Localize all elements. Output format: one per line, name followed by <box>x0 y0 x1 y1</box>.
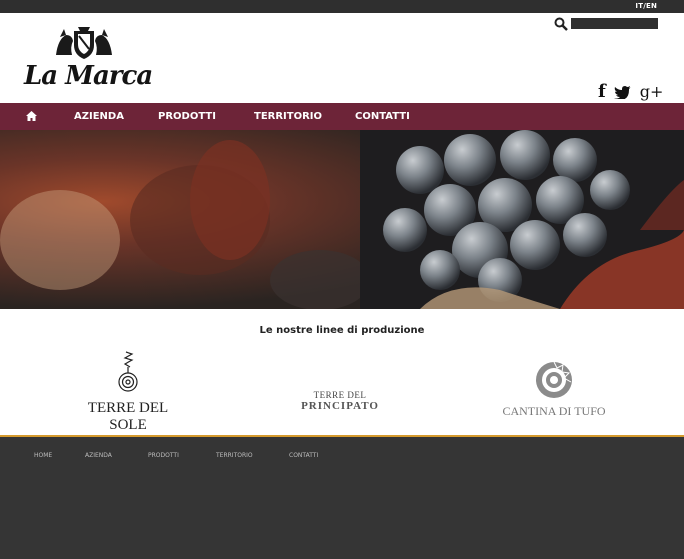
main-nav: AZIENDA PRODOTTI TERRITORIO CONTATTI <box>0 103 684 132</box>
rose-emblem-icon <box>536 361 572 398</box>
hero-image <box>0 130 684 309</box>
footer: HOME AZIENDA PRODOTTI TERRITORIO CONTATT… <box>0 435 684 559</box>
brand-label: CANTINA DI TUFO <box>502 404 606 418</box>
home-icon <box>26 111 37 121</box>
brand-cantina-di-tufo[interactable]: CANTINA DI TUFO <box>494 360 614 419</box>
brand-terre-del-principato[interactable]: TERRE DEL PRINCIPATO <box>280 390 400 412</box>
nav-home[interactable] <box>26 103 37 130</box>
nav-azienda[interactable]: AZIENDA <box>74 103 124 130</box>
twitter-icon[interactable] <box>613 85 632 99</box>
brand-label-line1: TERRE DEL <box>313 390 367 400</box>
googleplus-icon[interactable]: g+ <box>640 82 664 101</box>
brand-wordmark[interactable]: La Marca <box>24 61 153 91</box>
footer-link-home[interactable]: HOME <box>34 452 52 459</box>
footer-link-prodotti[interactable]: PRODOTTI <box>148 452 179 459</box>
footer-link-contatti[interactable]: CONTATTI <box>289 452 318 459</box>
search-icon[interactable] <box>554 17 568 31</box>
facebook-icon[interactable]: f <box>598 81 606 102</box>
section-heading: Le nostre linee di produzione <box>259 325 425 336</box>
search-input[interactable] <box>571 18 658 29</box>
nav-prodotti[interactable]: PRODOTTI <box>158 103 216 130</box>
footer-link-territorio[interactable]: TERRITORIO <box>216 452 253 459</box>
grapes-photo <box>0 130 684 309</box>
footer-link-azienda[interactable]: AZIENDA <box>85 452 112 459</box>
sun-spiral-icon <box>118 351 138 392</box>
brand-label: TERRE DEL SOLE <box>87 400 169 433</box>
nav-territorio[interactable]: TERRITORIO <box>254 103 322 130</box>
social-links: f g+ <box>598 81 663 102</box>
language-switcher[interactable]: IT/EN <box>635 2 657 10</box>
crest-logo-icon[interactable] <box>52 25 116 61</box>
top-bar: IT/EN <box>0 0 684 13</box>
brand-label-line2: PRINCIPATO <box>301 400 379 412</box>
nav-contatti[interactable]: CONTATTI <box>355 103 410 130</box>
header: La Marca f g+ <box>0 13 684 103</box>
brand-terre-del-sole[interactable]: TERRE DEL SOLE <box>68 350 188 434</box>
